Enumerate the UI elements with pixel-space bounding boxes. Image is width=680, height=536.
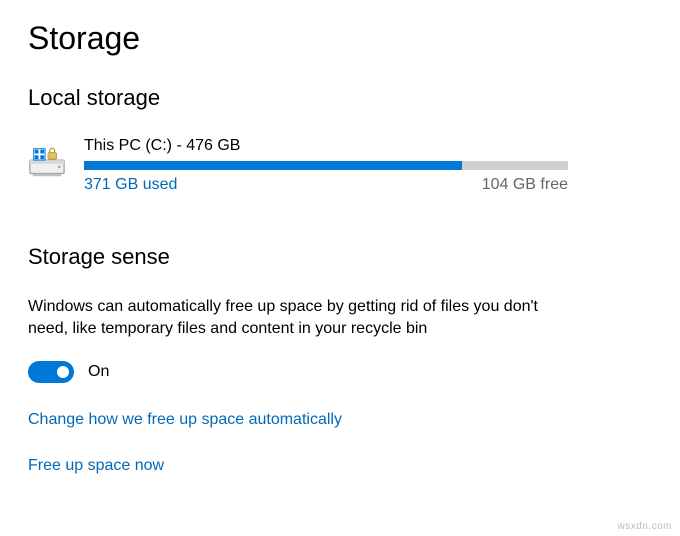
storage-sense-description: Windows can automatically free up space …: [28, 296, 548, 341]
watermark: wsxdn.com: [617, 521, 672, 532]
local-storage-heading: Local storage: [28, 85, 652, 111]
disk-label: This PC (C:) - 476 GB: [84, 137, 652, 155]
disk-usage-bar: [84, 161, 568, 170]
storage-sense-toggle[interactable]: [28, 361, 74, 383]
drive-icon: [28, 143, 66, 181]
change-free-up-link[interactable]: Change how we free up space automaticall…: [28, 411, 652, 429]
page-title: Storage: [28, 20, 652, 57]
free-up-now-link[interactable]: Free up space now: [28, 457, 652, 475]
storage-sense-heading: Storage sense: [28, 244, 652, 270]
toggle-state-label: On: [88, 363, 109, 381]
disk-used-text: 371 GB used: [84, 176, 177, 194]
toggle-knob: [57, 366, 69, 378]
disk-usage-fill: [84, 161, 462, 170]
disk-row[interactable]: This PC (C:) - 476 GB 371 GB used 104 GB…: [28, 137, 652, 194]
disk-free-text: 104 GB free: [482, 176, 568, 194]
